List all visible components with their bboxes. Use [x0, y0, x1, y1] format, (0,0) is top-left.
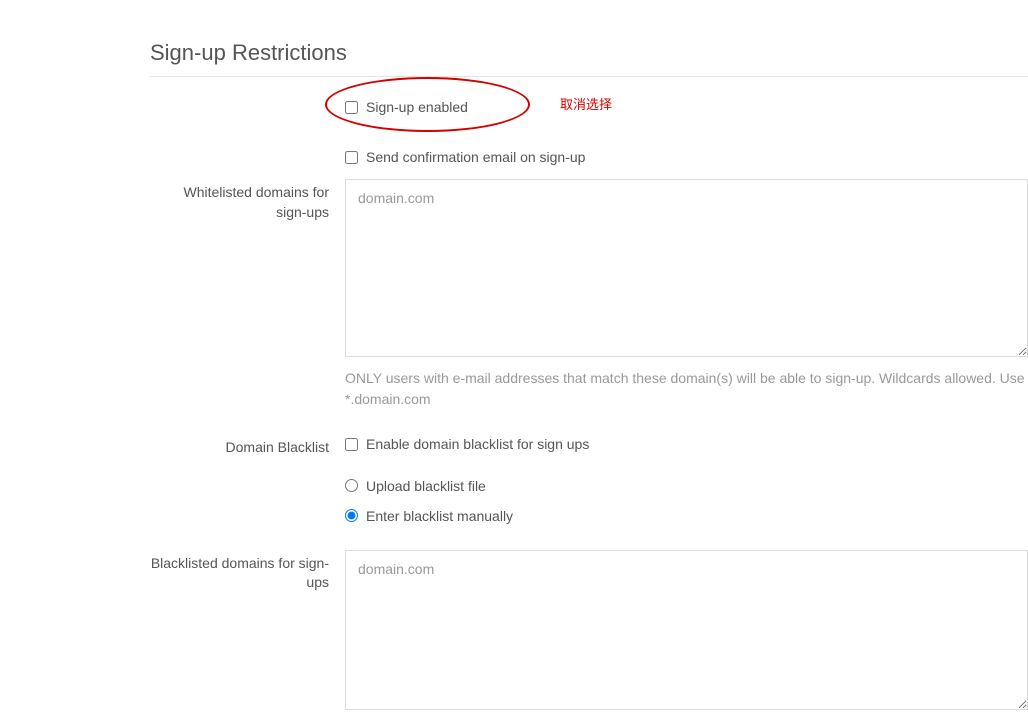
signup-enabled-checkbox[interactable]	[345, 101, 358, 114]
signup-enabled-field[interactable]: Sign-up enabled	[345, 97, 1028, 117]
send-confirmation-label: Send confirmation email on sign-up	[366, 149, 585, 165]
whitelisted-domains-label: Whitelisted domains for sign-ups	[150, 179, 345, 222]
blacklisted-domains-textarea[interactable]	[345, 550, 1028, 710]
blacklisted-domains-label: Blacklisted domains for sign-ups	[150, 550, 345, 593]
enter-blacklist-manually-field[interactable]: Enter blacklist manually	[345, 506, 1028, 526]
signup-enabled-label: Sign-up enabled	[366, 99, 468, 115]
whitelisted-domains-textarea[interactable]	[345, 179, 1028, 357]
upload-blacklist-file-label: Upload blacklist file	[366, 478, 486, 494]
domain-blacklist-label: Domain Blacklist	[150, 434, 345, 458]
enable-domain-blacklist-label: Enable domain blacklist for sign ups	[366, 436, 589, 452]
enter-blacklist-manually-label: Enter blacklist manually	[366, 508, 513, 524]
whitelist-help-text: ONLY users with e-mail addresses that ma…	[345, 368, 1028, 410]
section-title-signup-restrictions: Sign-up Restrictions	[150, 40, 1028, 77]
enter-blacklist-manually-radio[interactable]	[345, 509, 358, 522]
send-confirmation-checkbox[interactable]	[345, 151, 358, 164]
upload-blacklist-file-field[interactable]: Upload blacklist file	[345, 476, 1028, 496]
upload-blacklist-file-radio[interactable]	[345, 479, 358, 492]
send-confirmation-field[interactable]: Send confirmation email on sign-up	[345, 147, 1028, 167]
enable-domain-blacklist-checkbox[interactable]	[345, 438, 358, 451]
enable-domain-blacklist-field[interactable]: Enable domain blacklist for sign ups	[345, 434, 1028, 454]
